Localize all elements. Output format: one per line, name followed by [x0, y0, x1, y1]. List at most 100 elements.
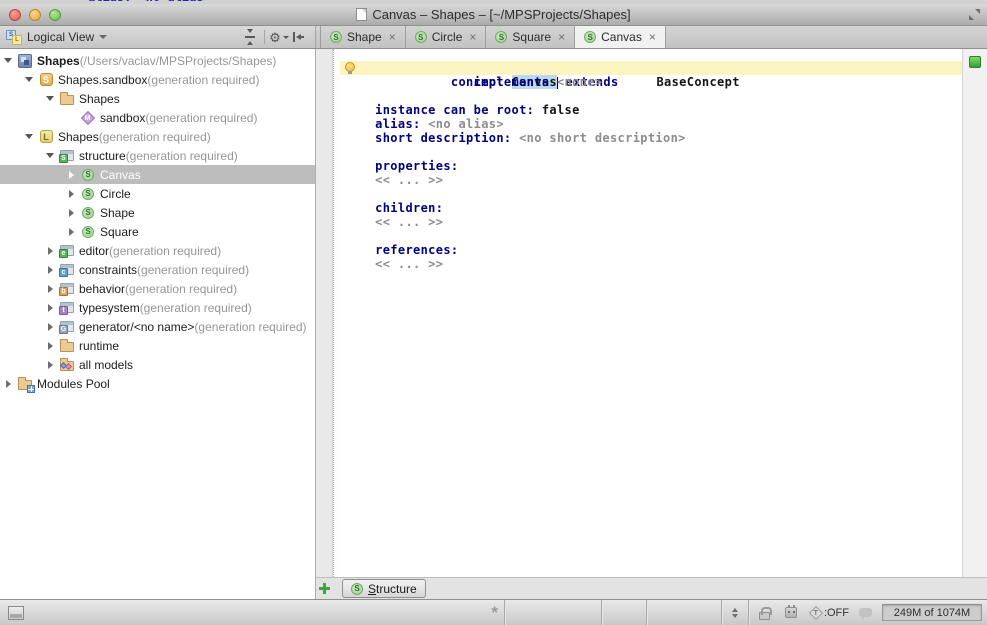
concept-icon: S — [330, 31, 342, 43]
tab-canvas[interactable]: S Canvas × — [575, 26, 666, 48]
disclosure-triangle-icon[interactable] — [42, 342, 58, 350]
editor-tab-bar: S Shape × S Circle × S Square × S Canvas… — [316, 26, 987, 48]
disclosure-triangle-icon[interactable] — [42, 96, 58, 101]
editor-line-children-empty: << ... >> — [340, 215, 962, 229]
concept-icon: S — [495, 31, 507, 43]
minimize-window-button[interactable] — [29, 9, 41, 21]
scroll-position-widget[interactable] — [722, 608, 748, 618]
tree-row-shapes-language[interactable]: L Shapes (generation required) — [0, 127, 315, 146]
editor-line-blank — [340, 145, 962, 159]
tab-shape[interactable]: S Shape × — [320, 26, 406, 48]
disclosure-triangle-icon[interactable] — [0, 380, 16, 388]
tree-row-circle[interactable]: S Circle — [0, 184, 315, 203]
editor-line-properties-empty: << ... >> — [340, 173, 962, 187]
traffic-lights — [9, 9, 61, 21]
tree-row-project-shapes[interactable]: Shapes (/Users/vaclav/MPSProjects/Shapes… — [0, 51, 315, 70]
folder-icon — [60, 342, 74, 352]
editor-line-references-header: references: — [340, 243, 962, 257]
disclosure-triangle-icon[interactable] — [21, 134, 37, 139]
tree-row-structure[interactable]: S structure (generation required) — [0, 146, 315, 165]
disclosure-triangle-icon[interactable] — [42, 266, 58, 274]
editor-line-blank — [340, 229, 962, 243]
disclosure-triangle-icon[interactable] — [63, 209, 79, 217]
title-bar: Canvas – Shapes – [~/MPSProjects/Shapes] — [0, 4, 987, 26]
tree-row-shape[interactable]: S Shape — [0, 203, 315, 222]
lock-icon[interactable] — [759, 612, 770, 620]
close-tab-icon[interactable]: × — [389, 30, 396, 44]
hide-panel-button[interactable] — [289, 28, 309, 46]
editor-line-properties-header: properties: — [340, 159, 962, 173]
event-log-bubble-icon[interactable] — [859, 608, 872, 617]
tab-structure-aspect[interactable]: S Structure — [342, 579, 426, 598]
tree-row-behavior-model[interactable]: b behavior (generation required) — [0, 279, 315, 298]
mps-window: alias: <no alias> Canvas – Shapes – [~/M… — [0, 0, 987, 625]
view-selector-label[interactable]: Logical View — [27, 30, 94, 44]
tree-row-shapes-sandbox[interactable]: S Shapes.sandbox (generation required) — [0, 70, 315, 89]
disclosure-triangle-icon[interactable] — [0, 58, 16, 63]
typesystem-state-label[interactable]: :OFF — [824, 607, 849, 619]
close-tab-icon[interactable]: × — [649, 30, 656, 44]
document-icon — [356, 8, 367, 21]
tree-row-square[interactable]: S Square — [0, 222, 315, 241]
tree-row-typesystem-model[interactable]: t typesystem (generation required) — [0, 298, 315, 317]
language-icon: L — [40, 130, 53, 143]
disclosure-triangle-icon[interactable] — [63, 190, 79, 198]
chevron-down-icon[interactable] — [99, 35, 107, 39]
editor-model-icon: e — [60, 245, 74, 256]
tree-row-editor-model[interactable]: e editor (generation required) — [0, 241, 315, 260]
disclosure-triangle-icon[interactable] — [42, 323, 58, 331]
window-title-area: Canvas – Shapes – [~/MPSProjects/Shapes] — [0, 4, 987, 25]
zoom-window-button[interactable] — [49, 9, 61, 21]
logical-view-icon: S L — [6, 30, 22, 45]
tree-row-all-models[interactable]: all models — [0, 355, 315, 374]
scroll-from-source-button[interactable] — [240, 28, 260, 46]
status-bar: * T :OFF 249M of 1074M — [0, 599, 987, 625]
panel-splitter[interactable] — [316, 49, 333, 577]
hector-inspector-icon[interactable] — [785, 607, 797, 618]
tree-row-generator-model[interactable]: G generator/<no name> (generation requir… — [0, 317, 315, 336]
tab-square[interactable]: S Square × — [486, 26, 575, 48]
disclosure-triangle-icon[interactable] — [42, 361, 58, 369]
disclosure-triangle-icon[interactable] — [42, 285, 58, 293]
disclosure-triangle-icon[interactable] — [42, 304, 58, 312]
disclosure-triangle-icon[interactable] — [42, 153, 58, 158]
close-tab-icon[interactable]: × — [469, 30, 476, 44]
statusbar-cell — [602, 600, 646, 625]
disclosure-triangle-icon[interactable] — [21, 77, 37, 82]
concept-icon: S — [351, 583, 363, 595]
editor-line-children-header: children: — [340, 201, 962, 215]
statusbar-cell — [505, 600, 601, 625]
add-aspect-button[interactable] — [316, 578, 333, 599]
main-area: Shapes (/Users/vaclav/MPSProjects/Shapes… — [0, 49, 987, 599]
tree-row-constraints-model[interactable]: c constraints (generation required) — [0, 260, 315, 279]
memory-indicator[interactable]: 249M of 1074M — [882, 604, 982, 621]
background-process-spinner-icon[interactable]: * — [491, 608, 498, 618]
disclosure-triangle-icon[interactable] — [63, 228, 79, 236]
disclosure-triangle-icon[interactable] — [63, 171, 79, 179]
disclosure-triangle-icon[interactable] — [42, 247, 58, 255]
close-tab-icon[interactable]: × — [558, 30, 565, 44]
typesystem-model-icon: t — [60, 302, 74, 313]
project-icon — [18, 54, 32, 68]
tree-row-modules-pool[interactable]: Modules Pool — [0, 374, 315, 393]
typesystem-badge-icon[interactable]: T — [809, 605, 823, 619]
resize-icon[interactable] — [969, 9, 980, 20]
tree-row-runtime[interactable]: runtime — [0, 336, 315, 355]
close-window-button[interactable] — [9, 9, 21, 21]
editor-line-instance-root: instance can be root: false — [340, 103, 962, 117]
tree-row-sandbox-model[interactable]: M sandbox (generation required) — [0, 108, 315, 127]
toggle-toolwindows-button[interactable] — [8, 606, 24, 620]
settings-gear-button[interactable]: ⚙ — [269, 28, 289, 46]
tree-row-canvas[interactable]: S Canvas — [0, 165, 315, 184]
concept-editor[interactable]: concept Canvas extends BaseConcept imple… — [340, 49, 962, 577]
statusbar-divider — [748, 600, 749, 625]
concept-icon: S — [82, 226, 94, 238]
intention-lightbulb-icon[interactable] — [345, 62, 355, 72]
tree-row-shapes-folder[interactable]: Shapes — [0, 89, 315, 108]
tab-circle[interactable]: S Circle × — [406, 26, 487, 48]
inspection-status-indicator[interactable] — [969, 56, 981, 68]
toolbar-and-tabs-row: S L Logical View ⚙ S Shape × S Circle × — [0, 26, 987, 49]
concept-icon: S — [82, 169, 94, 181]
solution-icon: S — [40, 73, 53, 86]
folder-icon — [60, 95, 74, 105]
